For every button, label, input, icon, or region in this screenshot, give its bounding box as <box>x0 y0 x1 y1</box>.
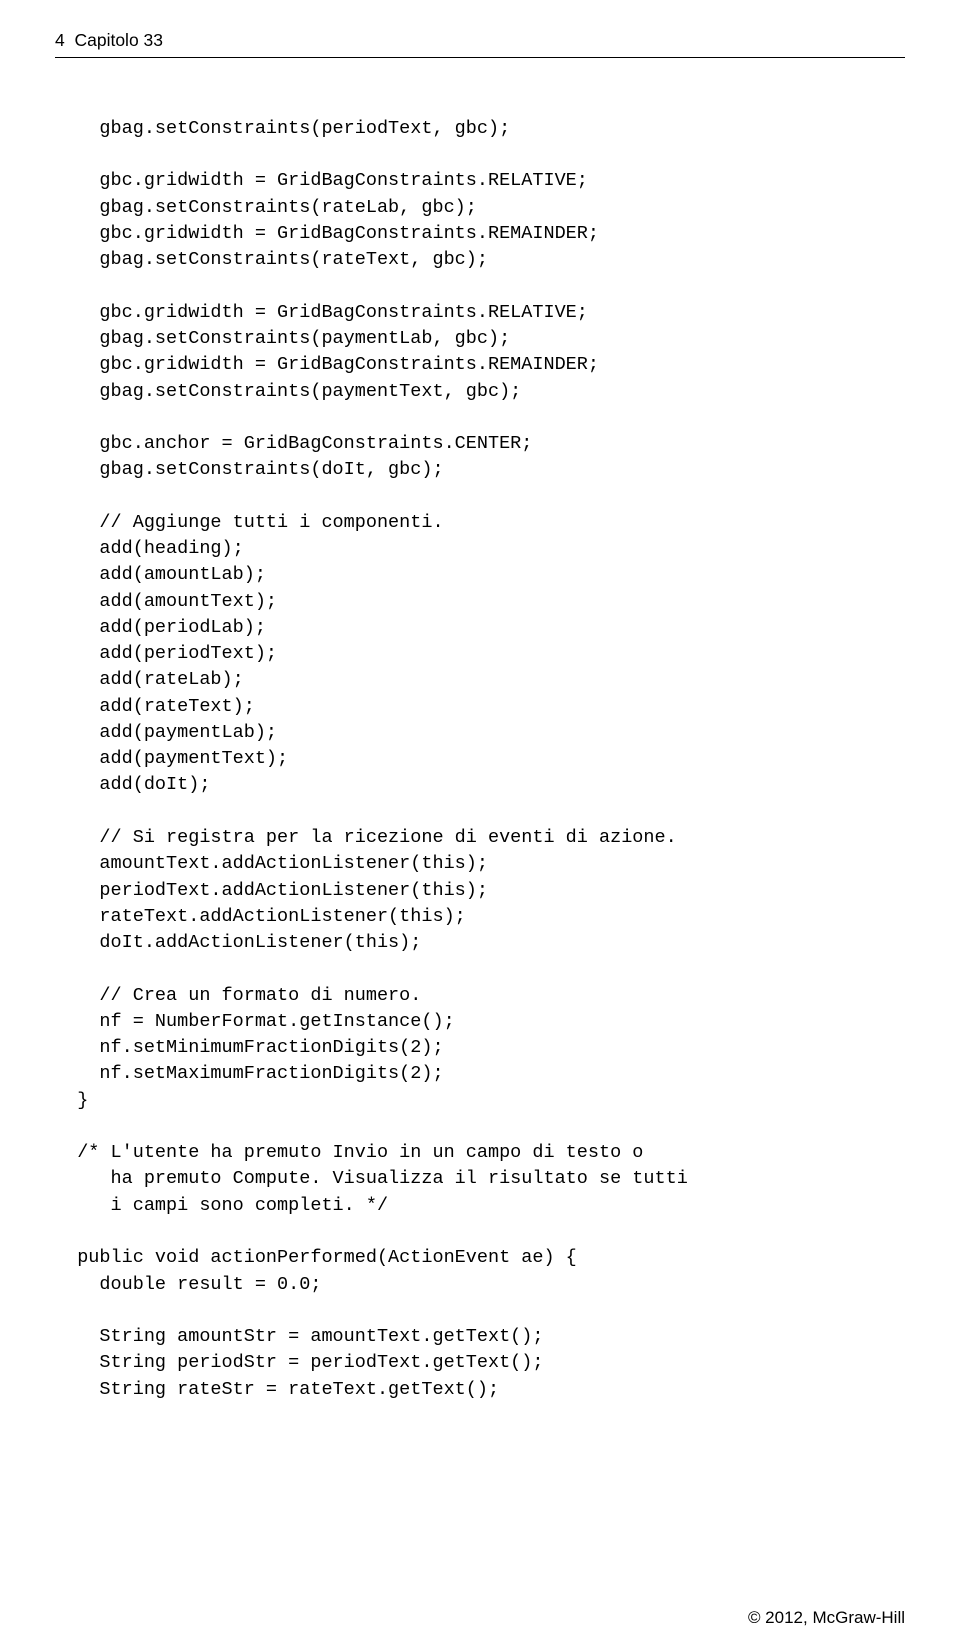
chapter-title: Capitolo 33 <box>74 30 163 50</box>
header-rule <box>55 57 905 58</box>
page-number: 4 <box>55 30 65 50</box>
footer-copyright: © 2012, McGraw-Hill <box>748 1606 905 1630</box>
page: 4 Capitolo 33 gbag.setConstraints(period… <box>0 0 960 1652</box>
running-header: 4 Capitolo 33 <box>55 28 905 53</box>
code-block: gbag.setConstraints(periodText, gbc); gb… <box>55 116 905 1403</box>
